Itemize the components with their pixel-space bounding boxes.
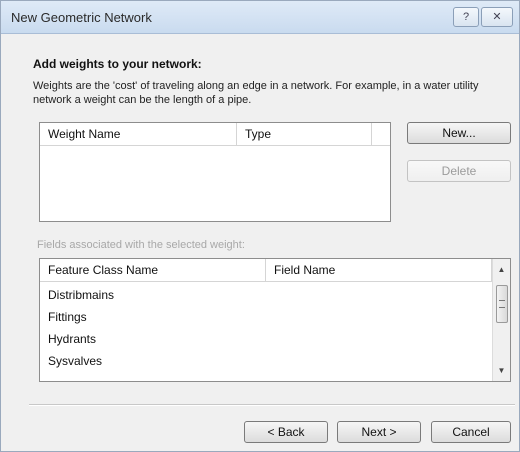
weights-list-header: Weight Name Type [40,123,390,146]
window-title: New Geometric Network [11,10,152,25]
list-item[interactable]: Distribmains [40,284,114,306]
help-icon: ? [462,11,470,23]
weights-list[interactable]: Weight Name Type [39,122,391,222]
list-item[interactable]: Sysvalves [40,350,114,372]
page-description: Weights are the 'cost' of traveling alon… [33,80,479,106]
fields-list[interactable]: Feature Class Name Field Name Distribmai… [39,258,511,382]
back-button[interactable]: < Back [244,421,328,443]
list-item[interactable]: Fittings [40,306,114,328]
scroll-up-icon[interactable]: ▲ [493,261,510,278]
close-button[interactable]: ✕ [481,7,513,27]
fields-label: Fields associated with the selected weig… [37,239,245,251]
new-weight-button[interactable]: New... [407,122,511,144]
fields-rows: Distribmains Fittings Hydrants Sysvalves [40,284,114,372]
cancel-button[interactable]: Cancel [431,421,511,443]
new-geometric-network-dialog: New Geometric Network ? ✕ Add weights to… [0,0,520,452]
footer-divider [29,404,515,406]
scroll-down-icon[interactable]: ▼ [493,362,510,379]
grip-icon [499,300,505,308]
fields-list-header: Feature Class Name Field Name [40,259,492,282]
help-button[interactable]: ? [453,7,479,27]
column-header-field-name[interactable]: Field Name [266,259,492,281]
title-bar: New Geometric Network ? ✕ [1,1,519,34]
column-header-weight-name[interactable]: Weight Name [40,123,237,145]
page-heading: Add weights to your network: [33,57,202,71]
column-header-feature-class-name[interactable]: Feature Class Name [40,259,266,281]
column-header-type[interactable]: Type [237,123,372,145]
fields-scrollbar[interactable]: ▲ ▼ [492,259,510,381]
delete-weight-button[interactable]: Delete [407,160,511,182]
scrollbar-thumb[interactable] [496,285,508,323]
list-item[interactable]: Hydrants [40,328,114,350]
close-icon: ✕ [492,11,502,23]
next-button[interactable]: Next > [337,421,421,443]
